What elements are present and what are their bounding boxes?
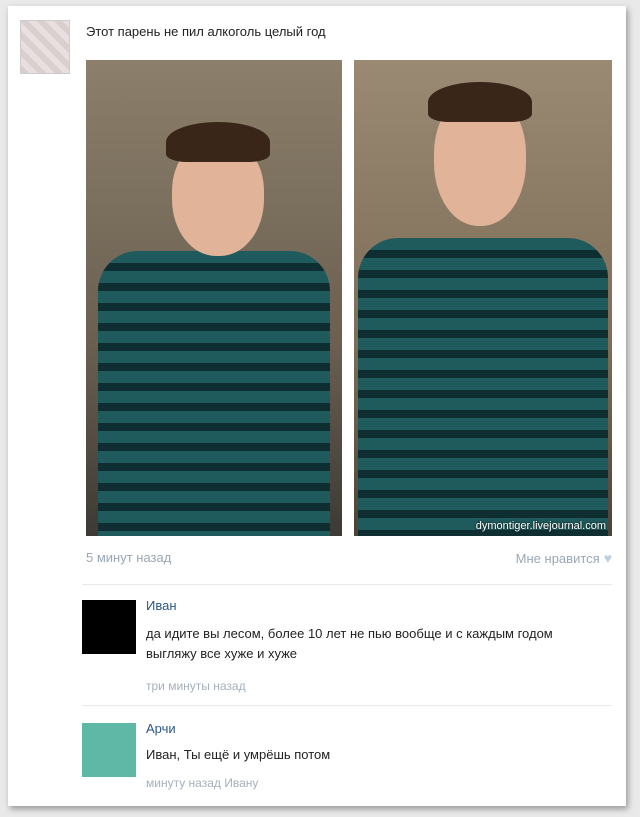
divider [82, 705, 612, 706]
comment-author[interactable]: Арчи [146, 721, 176, 736]
watermark: dymontiger.livejournal.com [475, 520, 606, 532]
like-button[interactable]: Мне нравится ♥ [516, 550, 612, 566]
hair [428, 82, 532, 122]
divider [82, 584, 612, 585]
author-avatar[interactable] [20, 20, 70, 74]
comment-time[interactable]: минуту назад Ивану [146, 776, 258, 790]
striped-sweater [358, 238, 608, 536]
striped-sweater [98, 251, 330, 536]
heart-icon: ♥ [603, 550, 612, 566]
comment-text: да идите вы лесом, более 10 лет не пью в… [146, 626, 553, 661]
commenter-avatar[interactable] [82, 600, 136, 654]
post-time[interactable]: 5 минут назад [86, 550, 171, 565]
comment-text: Иван, Ты ещё и умрёшь потом [146, 747, 331, 762]
comment-time[interactable]: три минуты назад [146, 679, 246, 693]
commenter-avatar[interactable] [82, 723, 136, 777]
comment-author[interactable]: Иван [146, 598, 177, 613]
post-title: Этот парень не пил алкоголь целый год [86, 24, 326, 39]
before-photo[interactable] [86, 60, 342, 536]
like-label: Мне нравится [515, 550, 600, 566]
after-photo[interactable]: dymontiger.livejournal.com [354, 60, 612, 536]
hair [166, 122, 270, 162]
